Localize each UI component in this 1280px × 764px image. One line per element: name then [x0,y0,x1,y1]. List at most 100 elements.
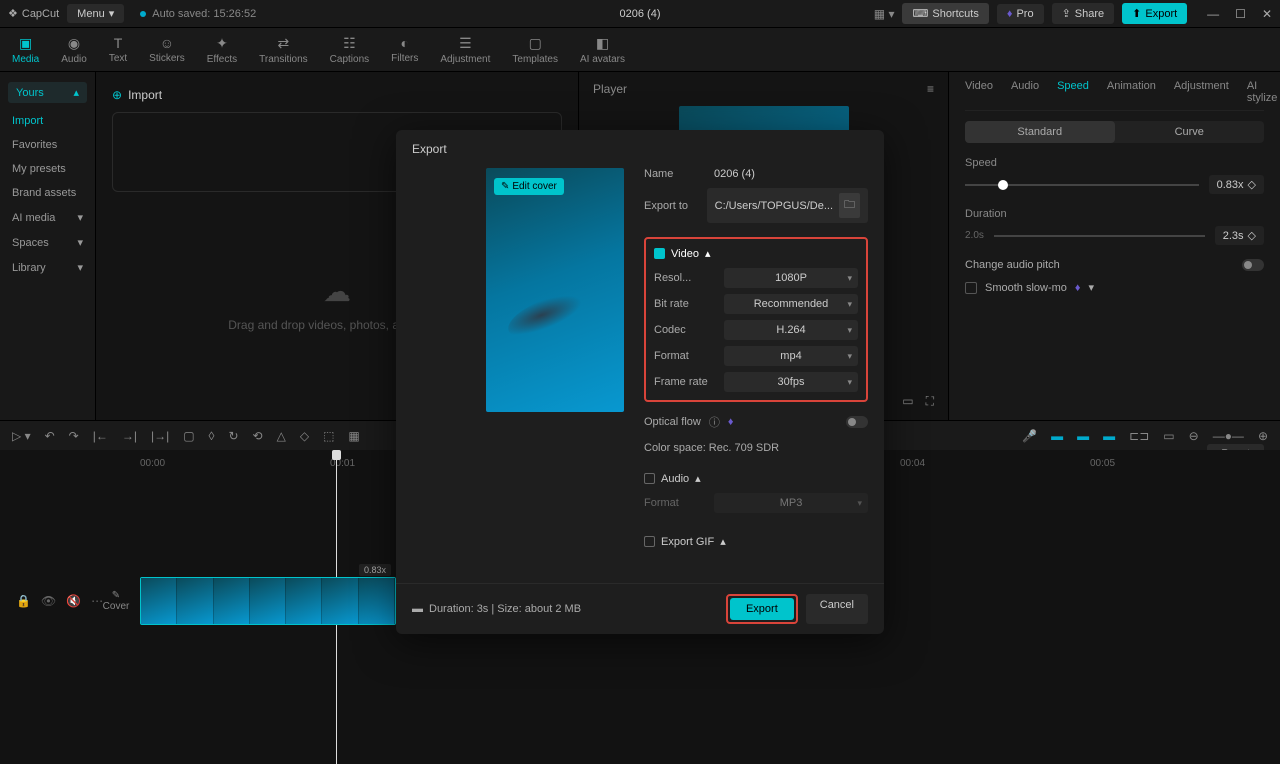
tab-transitions[interactable]: ⇄Transitions [255,28,312,71]
gif-checkbox[interactable] [644,536,655,547]
optical-toggle[interactable] [846,416,868,428]
text-icon: T [114,35,123,51]
pitch-toggle[interactable] [1242,259,1264,271]
duration-slider[interactable] [994,235,1205,237]
framerate-dropdown[interactable]: 30fps [724,372,858,392]
layout-icon[interactable]: ▦ ▾ [874,7,895,21]
close-icon[interactable]: ✕ [1262,7,1272,21]
tab-templates[interactable]: ▢Templates [508,28,562,71]
menu-icon[interactable]: ≡ [927,82,934,96]
duration-value[interactable]: 2.3s◇ [1215,226,1264,245]
freeze-icon[interactable]: △ [277,429,286,443]
zoom-slider[interactable]: —●— [1213,429,1244,443]
right-tab-aistylize[interactable]: AI stylize [1247,80,1278,104]
track2-icon[interactable]: ▬ [1077,429,1089,443]
cover-preview: ✎Edit cover [486,168,624,412]
chevron-up-icon[interactable]: ▴ [720,535,726,548]
selection-tool-icon[interactable]: ▷ ▾ [12,429,31,443]
crop-icon[interactable]: ◇ [300,429,309,443]
codec-dropdown[interactable]: H.264 [724,320,858,340]
film-icon: ▬ [412,603,423,615]
split-both-icon[interactable]: |→| [151,429,169,443]
sidebar-item-spaces[interactable]: Spaces▾ [0,230,95,255]
mute-icon[interactable]: 🔇 [66,594,81,608]
right-tab-audio[interactable]: Audio [1011,80,1039,104]
mic-icon[interactable]: 🎤 [1022,429,1037,443]
duration-label: Duration [965,208,1264,220]
tab-aiavatars[interactable]: ◧AI avatars [576,28,629,71]
tab-audio[interactable]: ◉Audio [57,28,91,71]
shortcuts-button[interactable]: ⌨Shortcuts [902,3,988,24]
sidebar-item-aimedia[interactable]: AI media▾ [0,205,95,230]
right-tab-speed[interactable]: Speed [1057,80,1089,104]
video-checkbox[interactable] [654,248,665,259]
cover-button[interactable]: ✎Cover [100,590,132,612]
cloud-upload-icon: ☁ [323,275,351,308]
tab-media[interactable]: ▣Media [8,28,43,71]
share-button[interactable]: ⇪Share [1052,3,1115,24]
menu-button[interactable]: Menu▾ [67,4,124,23]
subtab-standard[interactable]: Standard [965,121,1115,143]
sidebar-item-brand[interactable]: Brand assets [0,181,95,205]
split-icon[interactable]: |← [93,429,108,443]
marker-icon[interactable]: ◊ [209,429,215,443]
tab-captions[interactable]: ☷Captions [326,28,373,71]
export-path[interactable]: C:/Users/TOPGUS/De...🗀 [707,188,868,223]
chevron-up-icon[interactable]: ▴ [695,472,701,485]
reverse-icon[interactable]: ⟲ [253,429,263,443]
resolution-dropdown[interactable]: 1080P [724,268,858,288]
sidebar-item-import[interactable]: Import [0,109,95,133]
chevron-up-icon[interactable]: ▴ [705,247,711,260]
eye-icon[interactable]: 👁 [41,594,56,608]
sidebar-item-library[interactable]: Library▾ [0,255,95,280]
minimize-icon[interactable]: — [1207,7,1219,21]
audio-checkbox[interactable] [644,473,655,484]
sidebar-item-presets[interactable]: My presets [0,157,95,181]
maximize-icon[interactable]: ☐ [1235,7,1246,21]
timeline-clip[interactable]: 0.83x [140,577,396,625]
right-tab-animation[interactable]: Animation [1107,80,1156,104]
sidebar-item-favorites[interactable]: Favorites [0,133,95,157]
tab-effects[interactable]: ✦Effects [203,28,241,71]
tab-stickers[interactable]: ☺Stickers [145,28,189,71]
name-value[interactable]: 0206 (4) [714,168,868,180]
bitrate-dropdown[interactable]: Recommended [724,294,858,314]
track1-icon[interactable]: ▬ [1051,429,1063,443]
crop2-icon[interactable]: ⬚ [323,429,334,443]
zoom-in-icon[interactable]: ⊕ [1258,429,1268,443]
edit-cover-button[interactable]: ✎Edit cover [494,178,564,195]
speed-slider[interactable] [965,184,1199,186]
track3-icon[interactable]: ▬ [1103,429,1115,443]
tab-text[interactable]: TText [105,28,131,71]
right-tab-adjustment[interactable]: Adjustment [1174,80,1229,104]
export-button[interactable]: ⬆Export [1122,3,1187,24]
smooth-checkbox[interactable] [965,282,977,294]
help-icon[interactable]: ⓘ [709,414,720,430]
right-tab-video[interactable]: Video [965,80,993,104]
modal-title: Export [396,130,884,168]
tab-adjustment[interactable]: ☰Adjustment [436,28,494,71]
speed-value[interactable]: 0.83x◇ [1209,175,1264,194]
delete-icon[interactable]: ▢ [183,429,194,443]
sidebar-yours[interactable]: Yours▴ [8,82,87,103]
format-dropdown[interactable]: mp4 [724,346,858,366]
ratio-icon[interactable]: ▭ [902,394,913,409]
export-clip-icon[interactable]: ▦ [348,429,359,443]
pro-button[interactable]: ♦Pro [997,4,1044,24]
magnet-icon[interactable]: ⊏⊐ [1129,429,1149,443]
zoom-out-icon[interactable]: ⊖ [1189,429,1199,443]
tab-filters[interactable]: ◐Filters [387,28,422,71]
subtab-curve[interactable]: Curve [1115,121,1265,143]
redo-icon[interactable]: ↷ [69,429,79,443]
optical-label: Optical flow [644,416,701,428]
folder-icon[interactable]: 🗀 [839,193,860,218]
fullscreen-icon[interactable]: ⛶ [926,394,934,409]
modal-export-button[interactable]: Export [730,598,794,620]
undo-icon[interactable]: ↶ [45,429,55,443]
preview-icon[interactable]: ▭ [1163,429,1174,443]
split-right-icon[interactable]: →| [122,429,137,443]
modal-cancel-button[interactable]: Cancel [806,594,868,624]
lock-icon[interactable]: 🔒 [16,594,31,608]
replace-icon[interactable]: ↻ [228,429,238,443]
captions-icon: ☷ [343,35,356,52]
